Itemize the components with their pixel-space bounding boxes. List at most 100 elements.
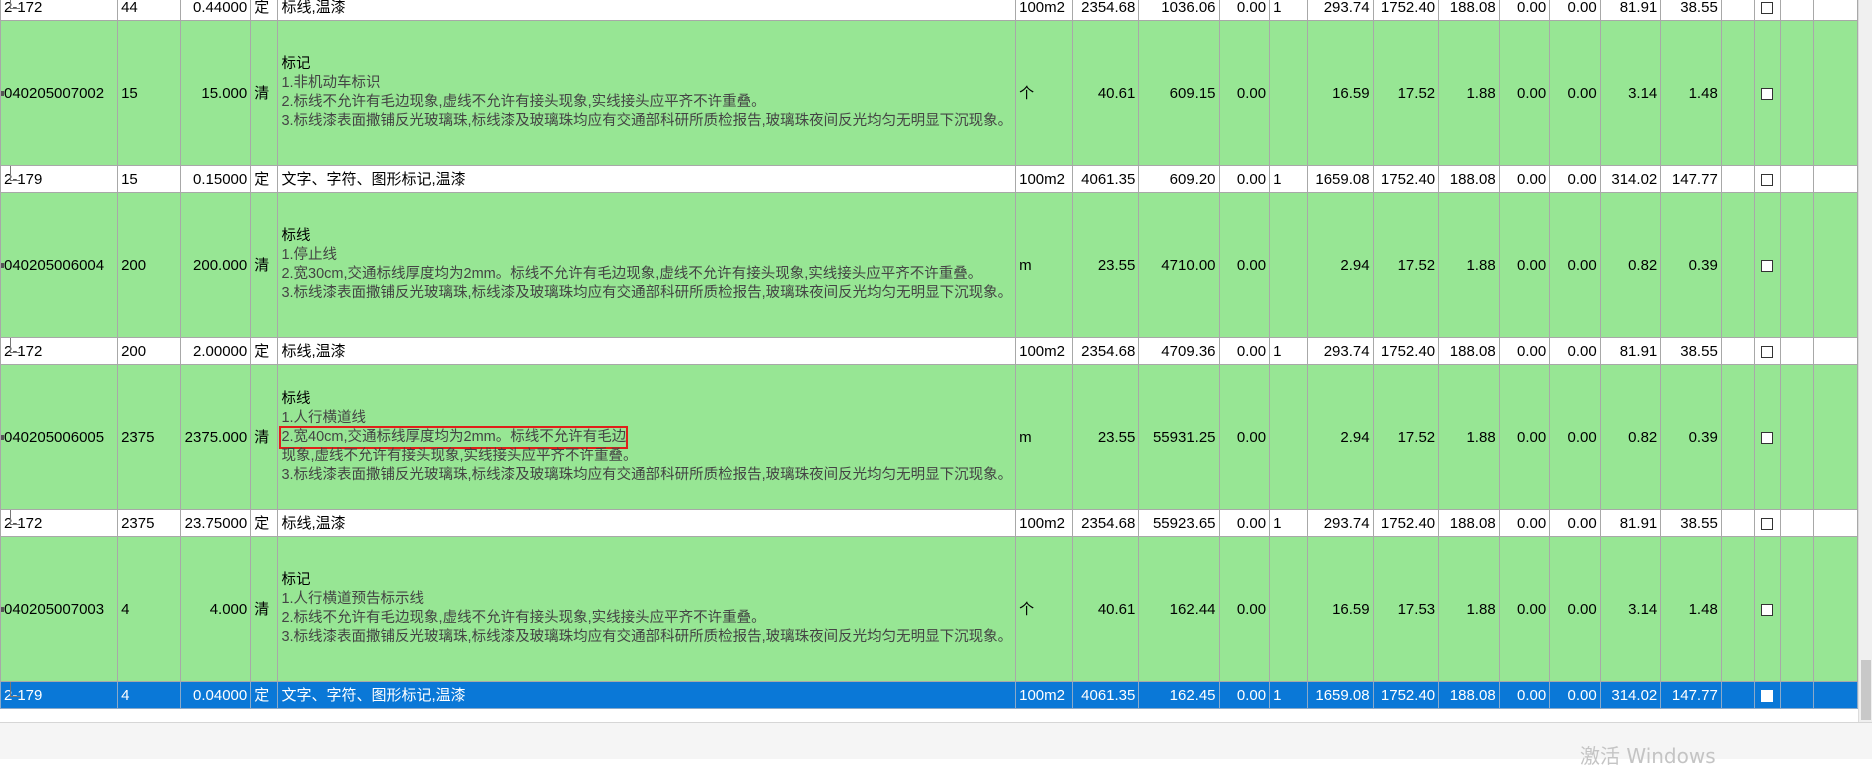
material-cost-cell[interactable]: 1752.40 — [1372, 165, 1440, 193]
machine-cost-cell[interactable]: 1.88 — [1438, 536, 1500, 682]
item-type-cell[interactable]: 定 — [250, 681, 279, 709]
labor-cost-cell[interactable]: 1659.08 — [1307, 681, 1374, 709]
material-cost-cell[interactable]: 17.52 — [1372, 20, 1440, 166]
labor-cost-cell[interactable]: 1659.08 — [1307, 165, 1374, 193]
item-description-cell[interactable]: 标线 1.停止线 2.宽30cm,交通标线厚度均为2mm。标线不允许有毛边现象,虚线… — [277, 192, 1017, 338]
cost-column-2-cell[interactable]: 1 — [1269, 0, 1309, 21]
labor-cost-cell[interactable]: 16.59 — [1307, 536, 1374, 682]
cost-column-2-cell[interactable]: 1 — [1269, 681, 1309, 709]
cost-column-7-cell[interactable]: 0.00 — [1549, 536, 1601, 682]
checkbox-cell[interactable] — [1753, 20, 1781, 166]
row-checkbox[interactable] — [1761, 603, 1774, 616]
cost-column-2-cell[interactable]: 1 — [1269, 337, 1309, 365]
material-cost-cell[interactable]: 17.53 — [1372, 536, 1440, 682]
quantity-cell[interactable]: 15.000 — [179, 20, 252, 166]
cost-column-2-cell[interactable] — [1269, 192, 1309, 338]
cost-column-6-cell[interactable]: 0.00 — [1498, 20, 1551, 166]
item-code-cell[interactable]: 2-172 — [0, 509, 119, 537]
labor-cost-cell[interactable]: 16.59 — [1307, 20, 1374, 166]
quota-item-row[interactable]: 2-172 44 0.44000 定标线,温漆 100m2 2354.68 1036.06 0… — [0, 0, 1858, 21]
item-type-cell[interactable]: 清 — [250, 364, 279, 510]
item-description-cell[interactable]: 标线,温漆 — [277, 337, 1017, 365]
cost-column-1-cell[interactable]: 0.00 — [1218, 337, 1271, 365]
cost-column-1-cell[interactable]: 0.00 — [1218, 165, 1271, 193]
cost-column-6-cell[interactable]: 0.00 — [1498, 0, 1551, 21]
quota-item-row[interactable]: 2-179 4 0.04000 定文字、字符、图形标记,温漆 100m2 4061.35 1… — [0, 681, 1858, 709]
unit-cell[interactable]: 100m2 — [1015, 681, 1074, 709]
profit-cell[interactable]: 38.55 — [1660, 337, 1722, 365]
cost-column-1-cell[interactable]: 0.00 — [1218, 20, 1271, 166]
item-type-cell[interactable]: 清 — [250, 20, 279, 166]
cost-column-1-cell[interactable]: 0.00 — [1218, 509, 1271, 537]
item-description-cell[interactable]: 标线,温漆 — [277, 509, 1017, 537]
item-code-cell[interactable]: 2-179 — [0, 681, 119, 709]
row-checkbox[interactable] — [1761, 173, 1774, 186]
cost-column-6-cell[interactable]: 0.00 — [1498, 681, 1551, 709]
labor-cost-cell[interactable]: 293.74 — [1307, 337, 1374, 365]
unit-cell[interactable]: 100m2 — [1015, 0, 1074, 21]
profit-cell[interactable]: 0.39 — [1660, 364, 1722, 510]
row-checkbox[interactable] — [1761, 689, 1774, 702]
quantity-cell[interactable]: 0.44000 — [179, 0, 252, 21]
quota-item-row[interactable]: 2-172 200 2.00000 定标线,温漆 100m2 2354.68 4709.36… — [0, 337, 1858, 365]
machine-cost-cell[interactable]: 1.88 — [1438, 20, 1500, 166]
cost-column-2-cell[interactable]: 1 — [1269, 509, 1309, 537]
cost-column-7-cell[interactable]: 0.00 — [1549, 165, 1601, 193]
machine-cost-cell[interactable]: 188.08 — [1438, 165, 1500, 193]
unit-price-cell[interactable]: 2354.68 — [1072, 509, 1140, 537]
machine-cost-cell[interactable]: 188.08 — [1438, 509, 1500, 537]
quantity-cell[interactable]: 0.04000 — [179, 681, 252, 709]
item-code-cell[interactable]: 040205007003 — [0, 536, 119, 682]
total-price-cell[interactable]: 1036.06 — [1138, 0, 1220, 21]
management-fee-cell[interactable]: 3.14 — [1599, 20, 1662, 166]
labor-cost-cell[interactable]: 293.74 — [1307, 0, 1374, 21]
cost-column-6-cell[interactable]: 0.00 — [1498, 509, 1551, 537]
checkbox-cell[interactable] — [1753, 364, 1781, 510]
item-description-cell[interactable]: 标线 1.人行横道线 2.宽40cm,交通标线厚度均为2mm。标线不允许有毛边 现象,… — [277, 364, 1017, 510]
total-price-cell[interactable]: 4710.00 — [1138, 192, 1220, 338]
item-description-cell[interactable]: 标线,温漆 — [277, 0, 1017, 21]
item-type-cell[interactable]: 清 — [250, 192, 279, 338]
vertical-scrollbar[interactable] — [1858, 0, 1872, 722]
profit-cell[interactable]: 0.39 — [1660, 192, 1722, 338]
item-type-cell[interactable]: 定 — [250, 0, 279, 21]
cost-column-1-cell[interactable]: 0.00 — [1218, 192, 1271, 338]
item-code-cell[interactable]: 2-172 — [0, 0, 119, 21]
quantity-expression-cell[interactable]: 15 — [117, 165, 181, 193]
machine-cost-cell[interactable]: 188.08 — [1438, 681, 1500, 709]
item-code-cell[interactable]: 040205006004 — [0, 192, 119, 338]
row-checkbox[interactable] — [1761, 87, 1774, 100]
scrollbar-thumb[interactable] — [1861, 660, 1871, 720]
material-cost-cell[interactable]: 17.52 — [1372, 364, 1440, 510]
item-code-cell[interactable]: 2-179 — [0, 165, 119, 193]
cost-column-7-cell[interactable]: 0.00 — [1549, 0, 1601, 21]
management-fee-cell[interactable]: 0.82 — [1599, 364, 1662, 510]
item-description-cell[interactable]: 标记 1.非机动车标识 2.标线不允许有毛边现象,虚线不允许有接头现象,实线接头应平… — [277, 20, 1017, 166]
unit-price-cell[interactable]: 23.55 — [1072, 192, 1140, 338]
labor-cost-cell[interactable]: 293.74 — [1307, 509, 1374, 537]
item-type-cell[interactable]: 清 — [250, 536, 279, 682]
cost-column-7-cell[interactable]: 0.00 — [1549, 337, 1601, 365]
item-type-cell[interactable]: 定 — [250, 165, 279, 193]
management-fee-cell[interactable]: 81.91 — [1599, 509, 1662, 537]
unit-price-cell[interactable]: 2354.68 — [1072, 0, 1140, 21]
quantity-cell[interactable]: 200.000 — [179, 192, 252, 338]
checkbox-cell[interactable] — [1753, 165, 1781, 193]
quantity-expression-cell[interactable]: 200 — [117, 192, 181, 338]
row-checkbox[interactable] — [1761, 431, 1774, 444]
unit-cell[interactable]: 100m2 — [1015, 509, 1074, 537]
total-price-cell[interactable]: 609.20 — [1138, 165, 1220, 193]
profit-cell[interactable]: 147.77 — [1660, 681, 1722, 709]
machine-cost-cell[interactable]: 1.88 — [1438, 364, 1500, 510]
quantity-expression-cell[interactable]: 2375 — [117, 509, 181, 537]
checkbox-cell[interactable] — [1753, 681, 1781, 709]
quantity-expression-cell[interactable]: 200 — [117, 337, 181, 365]
material-cost-cell[interactable]: 17.52 — [1372, 192, 1440, 338]
total-price-cell[interactable]: 162.44 — [1138, 536, 1220, 682]
unit-cell[interactable]: 100m2 — [1015, 337, 1074, 365]
checkbox-cell[interactable] — [1753, 337, 1781, 365]
management-fee-cell[interactable]: 81.91 — [1599, 0, 1662, 21]
material-cost-cell[interactable]: 1752.40 — [1372, 0, 1440, 21]
cost-column-6-cell[interactable]: 0.00 — [1498, 364, 1551, 510]
quantity-cell[interactable]: 23.75000 — [179, 509, 252, 537]
